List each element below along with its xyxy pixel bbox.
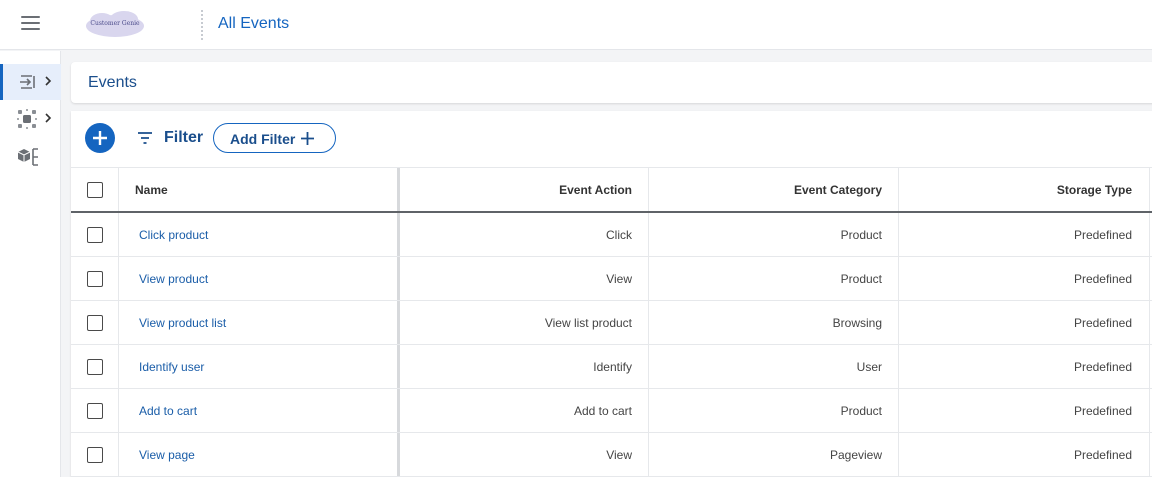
select-all-cell	[71, 168, 119, 211]
event-action-cell: Identify	[400, 345, 649, 388]
event-action-cell: View list product	[400, 301, 649, 344]
row-checkbox[interactable]	[86, 270, 103, 287]
event-category-cell: User	[649, 345, 899, 388]
table-row: Identify user Identify User Predefined	[71, 345, 1152, 389]
cube-tree-icon	[17, 148, 38, 166]
page-title: Events	[88, 74, 137, 91]
event-category-cell: Product	[649, 213, 899, 256]
rail-item-network[interactable]	[0, 101, 61, 137]
events-table: Name Event Action Event Category Storage…	[71, 167, 1152, 477]
row-select-cell	[71, 213, 119, 256]
table-row: View product list View list product Brow…	[71, 301, 1152, 345]
network-nodes-icon	[17, 109, 37, 129]
add-event-button[interactable]	[85, 123, 115, 153]
rail-item-import[interactable]	[0, 64, 61, 100]
row-checkbox[interactable]	[86, 446, 103, 463]
event-category-cell: Browsing	[649, 301, 899, 344]
event-action-cell: Add to cart	[400, 389, 649, 432]
event-category-cell: Product	[649, 389, 899, 432]
rail-item-cube-tree[interactable]	[0, 138, 61, 174]
row-select-cell	[71, 433, 119, 476]
app-title: All Events	[218, 15, 290, 32]
side-rail	[0, 51, 61, 477]
event-name-link[interactable]: Identify user	[139, 360, 204, 374]
event-action-cell: View	[400, 257, 649, 300]
chevron-right-icon	[45, 113, 52, 123]
row-checkbox[interactable]	[86, 226, 103, 243]
select-all-checkbox[interactable]	[86, 181, 103, 198]
event-name-cell: Click product	[119, 213, 400, 256]
add-filter-button[interactable]: Add Filter	[213, 123, 336, 153]
plus-icon	[301, 132, 314, 145]
storage-type-cell: Predefined	[899, 389, 1150, 432]
storage-type-cell: Predefined	[899, 257, 1150, 300]
table-row: View page View Pageview Predefined	[71, 433, 1152, 477]
row-select-cell	[71, 301, 119, 344]
add-filter-label: Add Filter	[230, 131, 296, 147]
events-panel: Filter Add Filter Name Event Action Even…	[71, 111, 1152, 477]
row-checkbox[interactable]	[86, 358, 103, 375]
column-header-event-category[interactable]: Event Category	[649, 168, 899, 211]
event-action-cell: Click	[400, 213, 649, 256]
header-divider	[201, 10, 203, 40]
table-row: View product View Product Predefined	[71, 257, 1152, 301]
top-bar: Customer Genie All Events	[0, 0, 1152, 50]
event-name-link[interactable]: Click product	[139, 228, 208, 242]
event-name-link[interactable]: View product list	[139, 316, 226, 330]
logo-text: Customer Genie	[90, 20, 140, 27]
event-name-cell: View product	[119, 257, 400, 300]
event-name-cell: Identify user	[119, 345, 400, 388]
event-name-link[interactable]: Add to cart	[139, 404, 197, 418]
event-name-link[interactable]: View product	[139, 272, 208, 286]
column-header-event-action[interactable]: Event Action	[400, 168, 649, 211]
event-action-cell: View	[400, 433, 649, 476]
row-checkbox[interactable]	[86, 402, 103, 419]
table-row: Add to cart Add to cart Product Predefin…	[71, 389, 1152, 433]
chevron-right-icon	[45, 76, 52, 86]
menu-icon[interactable]	[21, 16, 40, 32]
row-checkbox[interactable]	[86, 314, 103, 331]
event-name-link[interactable]: View page	[139, 448, 195, 462]
storage-type-cell: Predefined	[899, 345, 1150, 388]
logo[interactable]: Customer Genie	[84, 10, 146, 40]
row-select-cell	[71, 389, 119, 432]
page-header: Events	[71, 62, 1152, 103]
event-name-cell: View page	[119, 433, 400, 476]
table-header-row: Name Event Action Event Category Storage…	[71, 167, 1152, 213]
column-header-name[interactable]: Name	[119, 168, 400, 211]
column-header-storage-type[interactable]: Storage Type	[899, 168, 1150, 211]
table-row: Click product Click Product Predefined	[71, 213, 1152, 257]
row-select-cell	[71, 257, 119, 300]
import-arrow-icon	[20, 75, 35, 89]
plus-icon	[93, 131, 107, 145]
filter-lines-icon	[138, 132, 152, 144]
row-select-cell	[71, 345, 119, 388]
event-category-cell: Pageview	[649, 433, 899, 476]
event-name-cell: View product list	[119, 301, 400, 344]
storage-type-cell: Predefined	[899, 433, 1150, 476]
event-category-cell: Product	[649, 257, 899, 300]
storage-type-cell: Predefined	[899, 213, 1150, 256]
storage-type-cell: Predefined	[899, 301, 1150, 344]
filter-label: Filter	[164, 129, 204, 146]
event-name-cell: Add to cart	[119, 389, 400, 432]
